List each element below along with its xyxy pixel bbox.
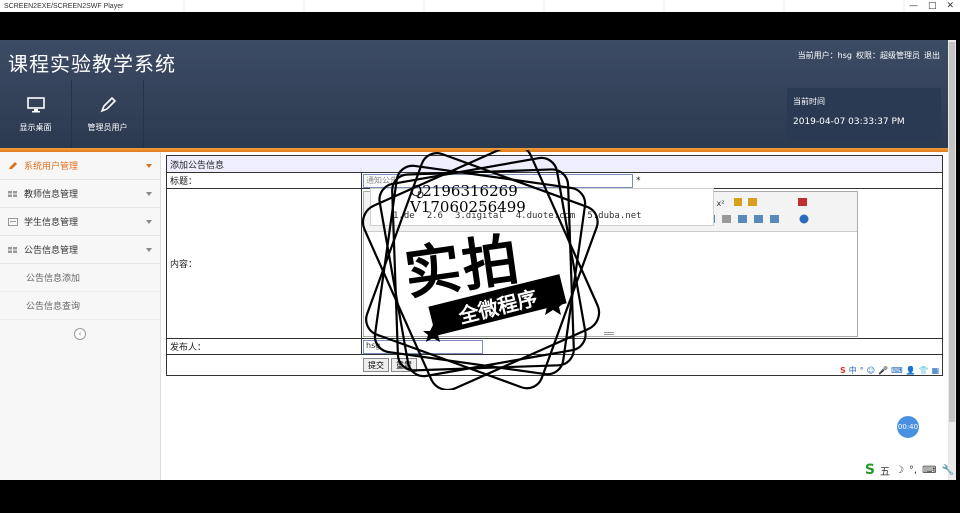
publisher-row: 发布人： hsg: [167, 339, 942, 355]
user-info: 当前用户：hsg 权限：超级管理员 退出: [798, 50, 940, 61]
required-mark: *: [636, 175, 641, 186]
chevron-down-icon: [146, 163, 152, 168]
monitor-icon: [26, 96, 45, 112]
ime-emoji-icon[interactable]: ☺: [867, 366, 875, 375]
ime-candidate[interactable]: 5.duba.net: [587, 211, 641, 221]
ime-tools-icon[interactable]: ▦: [932, 366, 940, 375]
grid-icon: [8, 190, 17, 197]
ime-punct-icon[interactable]: °: [860, 366, 864, 375]
publisher-cell: hsg: [362, 339, 942, 354]
ime-user-icon[interactable]: 👤: [906, 366, 916, 375]
system-ime-tray: S 五 ☽ °, ⌨ 🔧: [865, 462, 954, 478]
close-button[interactable]: ✕: [946, 1, 954, 11]
watermark-q: Q2196316269: [410, 182, 518, 200]
sidebar-item-label: 系统用户管理: [24, 162, 79, 172]
resize-grip[interactable]: [604, 331, 614, 335]
sogou-logo-icon[interactable]: S: [865, 462, 875, 478]
pencil-icon: [9, 161, 17, 169]
user-label: 当前用户：hsg: [797, 51, 852, 60]
ime-mode-icon[interactable]: 中: [849, 365, 857, 376]
window-controls: — □ ✕: [909, 1, 960, 11]
window-title: SCREEN2EXE/SCREEN2SWF Player: [4, 2, 124, 10]
sidebar-item-label: 学生信息管理: [24, 218, 79, 228]
actions-label: [167, 355, 362, 375]
reset-button[interactable]: 重置: [391, 358, 417, 372]
watermark-contact: Q2196316269 V17060256499: [410, 183, 526, 215]
sidebar: 系统用户管理 教师信息管理 学生信息管理 公告信息管理 公告信息添加 公告信息查…: [0, 152, 161, 480]
chevron-down-icon: [146, 247, 152, 252]
time-value: 2019-04-07 03:33:37 PM: [793, 117, 905, 127]
admin-user-button[interactable]: 管理员用户: [72, 80, 144, 148]
sidebar-item-students[interactable]: 学生信息管理: [0, 208, 160, 236]
tray-punct-icon[interactable]: °,: [909, 465, 917, 476]
title-row: 标题： 通知公告 *: [167, 173, 942, 189]
window-titlebar: SCREEN2EXE/SCREEN2SWF Player — □ ✕: [0, 0, 960, 12]
vertical-scrollbar[interactable]: [948, 40, 956, 480]
collapse-icon[interactable]: ‹: [74, 328, 86, 340]
watermark-v: V17060256499: [410, 198, 526, 216]
current-time-box: 当前时间 2019-04-07 03:33:37 PM: [787, 88, 941, 140]
sogou-icon[interactable]: S: [840, 366, 846, 375]
recording-timer: 00:40: [897, 416, 919, 438]
ime-voice-icon[interactable]: 🎤: [878, 366, 888, 375]
header: 课程实验教学系统 当前用户：hsg 权限：超级管理员 退出 显示桌面 管理员用户…: [0, 40, 948, 148]
card-icon: [8, 217, 18, 226]
actions-row: 提交 重置: [167, 355, 942, 375]
time-label: 当前时间: [793, 97, 825, 106]
show-desktop-button[interactable]: 显示桌面: [0, 80, 72, 148]
sidebar-sub-query-notice[interactable]: 公告信息查询: [0, 292, 160, 320]
tray-wubi[interactable]: 五: [880, 463, 890, 478]
ime-keyboard-icon[interactable]: ⌨: [891, 366, 903, 375]
brand-title: 课程实验教学系统: [8, 52, 176, 76]
grid-icon: [8, 246, 17, 253]
tray-wrench-icon[interactable]: 🔧: [942, 465, 954, 476]
tray-keyboard-icon[interactable]: ⌨: [922, 465, 936, 476]
pencil-icon: [100, 96, 116, 112]
chevron-down-icon: [146, 191, 152, 196]
role-label: 权限：超级管理员: [856, 51, 920, 60]
title-label: 标题：: [167, 173, 362, 188]
scroll-thumb[interactable]: [949, 42, 955, 422]
sidebar-item-label: 教师信息管理: [24, 190, 79, 200]
submit-button[interactable]: 提交: [363, 358, 389, 372]
publisher-label: 发布人：: [167, 339, 362, 354]
ghost-tabs: [123, 0, 909, 12]
minimize-button[interactable]: —: [909, 1, 918, 11]
maximize-button[interactable]: □: [928, 1, 937, 11]
admin-user-label: 管理员用户: [87, 122, 128, 132]
tray-moon-icon[interactable]: ☽: [895, 465, 904, 476]
editor-tools-icon: x₂ x²: [706, 197, 809, 223]
sidebar-item-label: 公告信息管理: [24, 246, 79, 256]
publisher-input[interactable]: hsg: [363, 339, 483, 354]
ime-toolbar: S 中 ° ☺ 🎤 ⌨ 👤 👕 ▦: [840, 364, 942, 376]
show-desktop-label: 显示桌面: [19, 122, 52, 132]
form-caption: 添加公告信息: [167, 156, 942, 173]
sidebar-item-teachers[interactable]: 教师信息管理: [0, 180, 160, 208]
content-label: 内容：: [167, 189, 362, 338]
sidebar-collapse: ‹: [0, 320, 160, 348]
ime-skin-icon[interactable]: 👕: [919, 366, 929, 375]
sidebar-item-system-users[interactable]: 系统用户管理: [0, 152, 160, 180]
sidebar-item-notices[interactable]: 公告信息管理: [0, 236, 160, 264]
toolbar: 显示桌面 管理员用户: [0, 80, 144, 148]
logout-link[interactable]: 退出: [924, 50, 940, 61]
sidebar-sub-add-notice[interactable]: 公告信息添加: [0, 264, 160, 292]
chevron-down-icon: [146, 219, 152, 224]
